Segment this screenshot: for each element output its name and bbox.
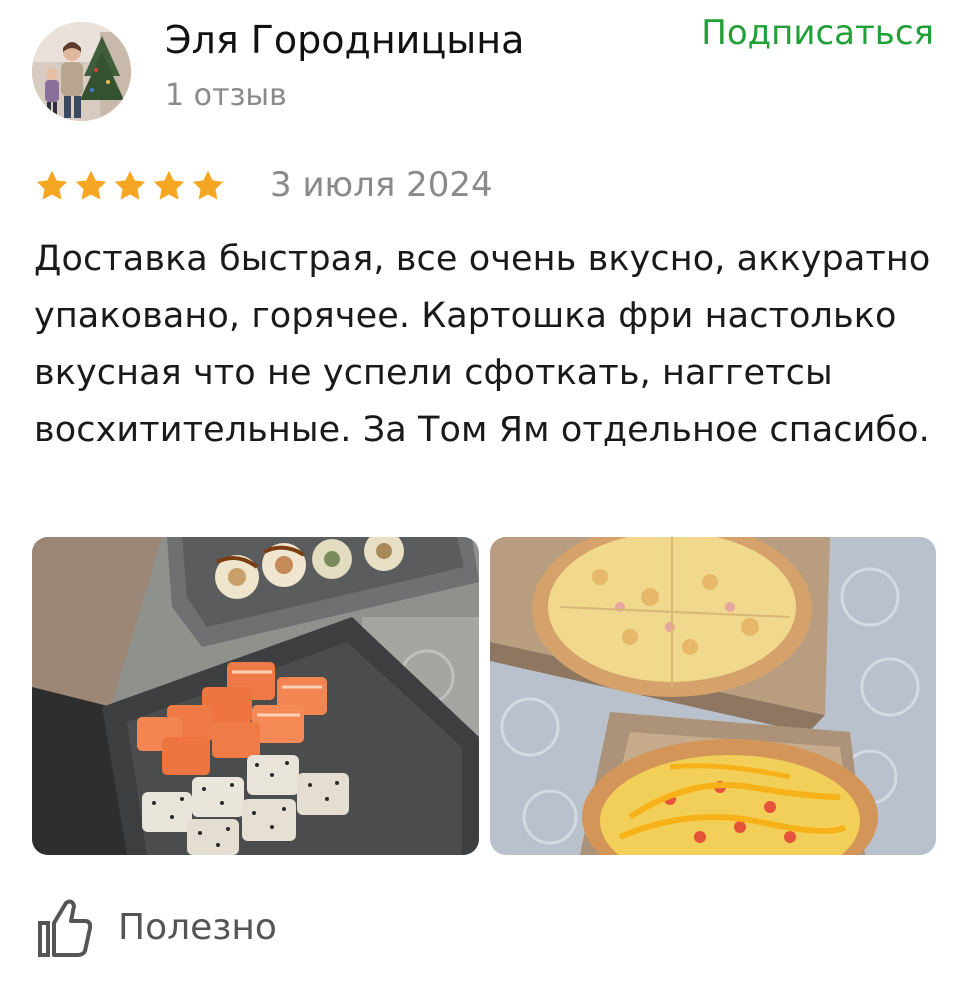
avatar-photo (32, 22, 131, 121)
author-review-count: 1 отзыв (165, 78, 287, 113)
helpful-label: Полезно (118, 907, 277, 948)
helpful-button[interactable]: Полезно (36, 896, 277, 960)
star-icon (114, 170, 146, 200)
review-date: 3 июля 2024 (270, 165, 493, 205)
star-icon (75, 170, 107, 200)
review-text: Доставка быстрая, все очень вкусно, акку… (34, 239, 931, 450)
star-icon (153, 170, 185, 200)
review-photo-pizza[interactable] (490, 537, 936, 855)
author-avatar[interactable] (32, 22, 131, 121)
star-rating (34, 166, 226, 206)
author-name[interactable]: Эля Городницына (165, 16, 524, 64)
star-icon (192, 170, 224, 200)
thumbs-up-icon (38, 899, 92, 957)
review-photo-sushi[interactable] (32, 537, 479, 855)
pizza-photo (490, 537, 936, 855)
subscribe-button[interactable]: Подписаться (701, 11, 934, 55)
sushi-photo (32, 537, 479, 855)
star-icon (36, 170, 68, 200)
